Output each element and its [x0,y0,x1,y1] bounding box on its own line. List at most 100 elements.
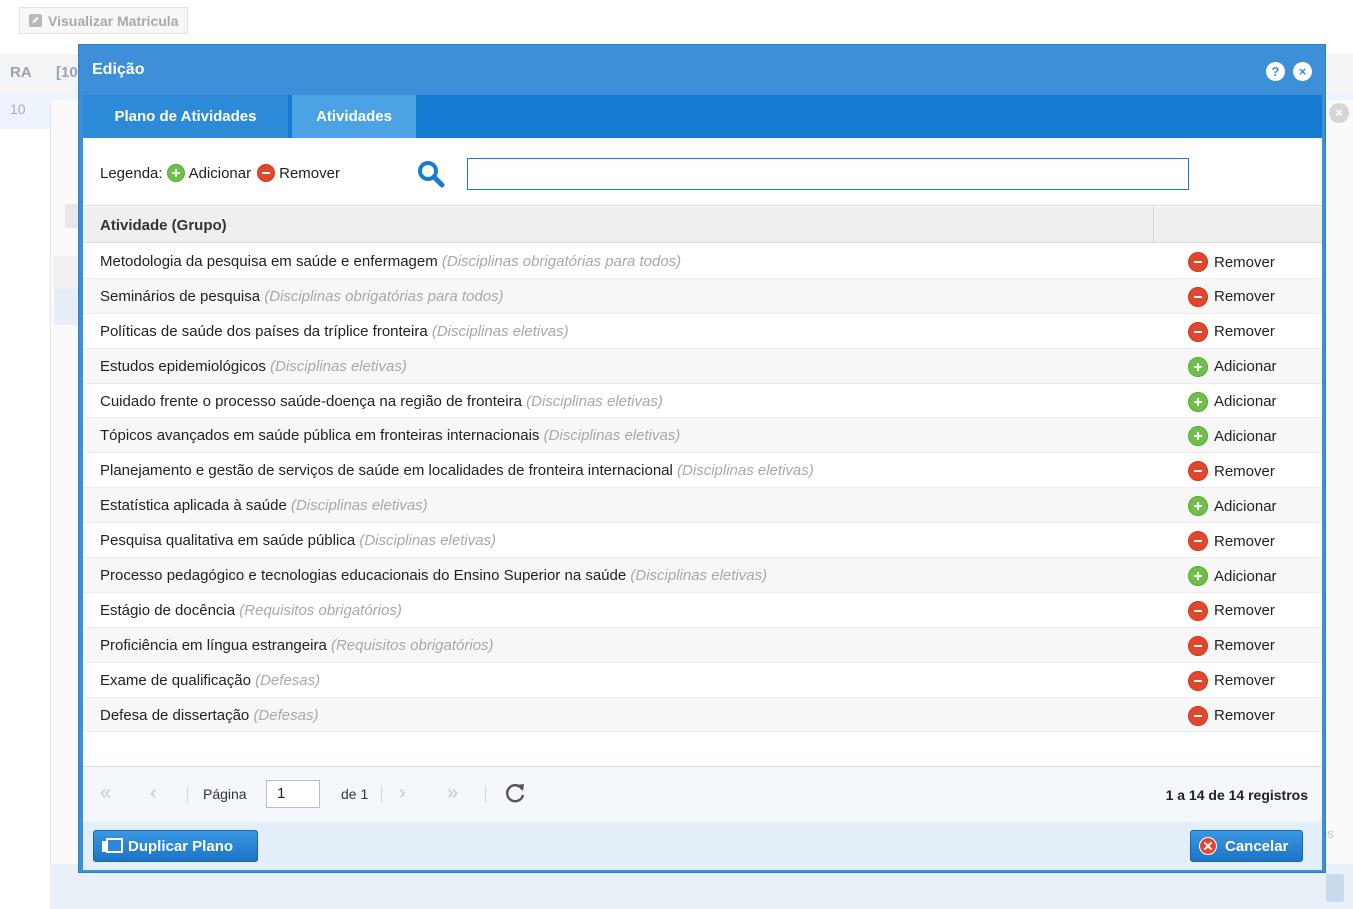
remove-activity-button[interactable]: Remover [1188,531,1275,552]
page-label: Página [203,786,247,802]
remove-icon [1188,321,1208,342]
edit-icon [29,14,42,27]
table-row: Seminários de pesquisa (Disciplinas obri… [83,278,1322,314]
duplicate-icon [102,838,123,854]
activities-panel: Legenda: Adicionar Remover Atividade (Gr… [83,138,1322,821]
activity-title: Pesquisa qualitativa em saúde pública [100,532,356,550]
remove-activity-button[interactable]: Remover [1188,670,1275,691]
activity-name: Políticas de saúde dos países da tríplic… [100,323,569,340]
table-row: Metodologia da pesquisa em saúde e enfer… [83,244,1322,279]
help-icon[interactable]: ? [1266,62,1285,81]
activity-group: (Disciplinas eletivas) [526,392,663,410]
activity-group: (Disciplinas eletivas) [270,357,407,375]
tab-plano-de-atividades[interactable]: Plano de Atividades [83,95,288,138]
activity-name: Defesa de dissertação (Defesas) [100,707,318,724]
remove-activity-button[interactable]: Remover [1188,286,1275,307]
remove-activity-button[interactable]: Remover [1188,321,1275,342]
view-enrollment-label: Visualizar Matricula [48,12,179,29]
page-number-input[interactable]: 1 [266,780,320,808]
next-page-icon[interactable]: › [399,783,406,803]
last-page-icon[interactable]: » [447,783,458,803]
action-label: Adicionar [1214,427,1277,445]
action-label: Remover [1214,323,1275,341]
background-button [1326,874,1344,902]
action-label: Adicionar [1214,393,1277,411]
pager-separator [381,786,382,803]
remove-activity-button[interactable]: Remover [1188,461,1275,482]
background-side-element [54,289,78,325]
action-label: Remover [1214,672,1275,690]
activity-title: Exame de qualificação [100,671,251,689]
duplicate-plan-label: Duplicar Plano [128,837,234,855]
activity-name: Tópicos avançados em saúde pública em fr… [100,427,680,444]
remove-icon [1188,286,1208,307]
duplicate-plan-button[interactable]: Duplicar Plano [93,830,258,862]
activity-group: (Disciplinas eletivas) [359,532,497,550]
tab-atividades[interactable]: Atividades [292,95,416,138]
add-activity-button[interactable]: Adicionar [1188,391,1277,412]
activity-group: (Requisitos obrigatórios) [239,601,402,619]
view-enrollment-button[interactable]: Visualizar Matricula [19,7,189,34]
table-row: Estatística aplicada à saúde (Disciplina… [83,488,1322,524]
action-label: Remover [1214,253,1275,271]
remove-icon [1188,252,1208,272]
activity-group: (Requisitos obrigatórios) [330,636,494,654]
table-row: Planejamento e gestão de serviços de saú… [83,453,1322,489]
add-icon [1188,496,1208,517]
remove-icon [1188,670,1208,691]
table-row: Estágio de docência (Requisitos obrigató… [83,593,1322,628]
table-row: Cuidado frente o processo saúde-doença n… [83,384,1322,419]
remove-activity-button[interactable]: Remover [1188,252,1275,272]
remove-icon [1188,705,1208,726]
search-input[interactable] [467,158,1189,190]
background-close-icon: × [1329,103,1349,123]
remove-activity-button[interactable]: Remover [1188,635,1275,656]
add-icon [1188,566,1208,587]
action-label: Adicionar [1214,567,1277,585]
activity-title: Cuidado frente o processo saúde-doença n… [100,392,522,410]
background-header-col1: RA [10,64,32,81]
activity-title: Estudos epidemiológicos [100,357,266,375]
table-row: Pesquisa qualitativa em saúde pública (D… [83,523,1322,559]
activity-group: (Disciplinas obrigatórias para todos) [441,253,682,270]
column-header-activity[interactable]: Atividade (Grupo) [100,217,227,234]
activity-title: Metodologia da pesquisa em saúde e enfer… [100,253,438,270]
action-label: Adicionar [1214,358,1277,376]
column-separator [1153,207,1154,243]
remove-activity-button[interactable]: Remover [1188,705,1275,726]
activity-name: Estudos epidemiológicos (Disciplinas ele… [100,358,407,375]
refresh-icon[interactable] [503,781,527,805]
activity-name: Planejamento e gestão de serviços de saú… [100,462,814,479]
add-activity-button[interactable]: Adicionar [1188,426,1277,447]
search-icon[interactable] [417,160,445,188]
modal-footer: Duplicar Plano Cancelar [83,822,1322,870]
pager-separator [187,786,188,803]
action-label: Remover [1214,532,1275,550]
first-page-icon[interactable]: « [100,783,111,803]
background-side-element [65,204,79,228]
legend-add-label: Adicionar [188,164,252,182]
action-label: Remover [1214,637,1275,655]
add-icon [1188,356,1208,377]
remove-activity-button[interactable]: Remover [1188,600,1275,621]
tab-bar: Plano de Atividades Atividades [83,95,1322,138]
add-icon [1188,391,1208,412]
legend-label: Legenda: [100,164,163,182]
table-row: Exame de qualificação (Defesas) Remover [83,663,1322,698]
activity-name: Seminários de pesquisa (Disciplinas obri… [100,288,504,305]
add-activity-button[interactable]: Adicionar [1188,356,1277,377]
activity-name: Proficiência em língua estrangeira (Requ… [100,637,494,654]
activity-group: (Disciplinas eletivas) [543,427,681,445]
activity-title: Estágio de docência [100,601,236,619]
add-icon [166,164,185,182]
activity-name: Pesquisa qualitativa em saúde pública (D… [100,532,496,549]
table-row: Tópicos avançados em saúde pública em fr… [83,418,1322,454]
add-activity-button[interactable]: Adicionar [1188,566,1277,587]
add-activity-button[interactable]: Adicionar [1188,496,1277,517]
previous-page-icon[interactable]: ‹ [150,783,157,803]
add-icon [1188,426,1208,447]
legend-remove-label: Remover [279,164,340,182]
close-icon[interactable]: × [1293,62,1312,81]
activity-name: Metodologia da pesquisa em saúde e enfer… [100,253,681,270]
cancel-button[interactable]: Cancelar [1190,830,1303,862]
